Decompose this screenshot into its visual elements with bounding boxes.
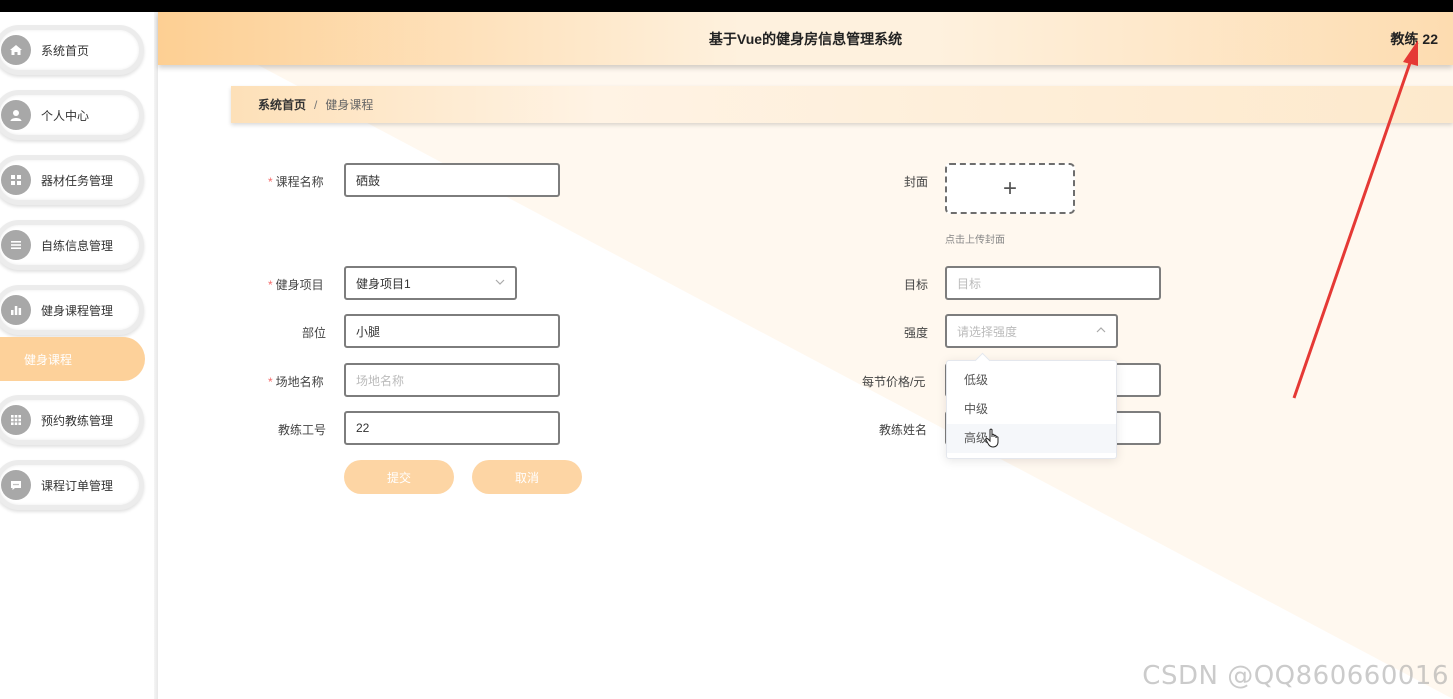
cover-upload-tip: 点击上传封面 bbox=[945, 235, 1005, 246]
sidebar-subitem-label: 健身课程 bbox=[24, 352, 73, 367]
sidebar-item-label: 课程订单管理 bbox=[41, 478, 114, 493]
sidebar-item-label: 系统首页 bbox=[41, 43, 90, 58]
chevron-down-icon bbox=[495, 277, 505, 290]
chevron-up-icon bbox=[1096, 325, 1106, 338]
grid-icon bbox=[1, 405, 31, 435]
sidebar-item-home[interactable]: 系统首页 bbox=[0, 25, 144, 75]
breadcrumb-home[interactable]: 系统首页 bbox=[258, 96, 306, 113]
sidebar-item-label: 个人中心 bbox=[41, 108, 90, 123]
intensity-label: 强度 bbox=[904, 326, 929, 340]
course-name-label: * 课程名称 bbox=[268, 175, 324, 189]
intensity-dropdown: 低级 中级 高级 bbox=[946, 360, 1117, 459]
intensity-option-high[interactable]: 高级 bbox=[947, 424, 1116, 453]
watermark: CSDN @QQ860660016 bbox=[1142, 661, 1449, 691]
breadcrumb: 系统首页 / 健身课程 bbox=[231, 86, 1453, 123]
sidebar-item-label: 自练信息管理 bbox=[41, 238, 114, 253]
cover-label: 封面 bbox=[904, 175, 929, 189]
chat-icon bbox=[1, 470, 31, 500]
goal-input[interactable]: 目标 bbox=[945, 266, 1161, 300]
sidebar: 系统首页 个人中心 器材任务管理 自练信息管理 健身课程管理 健身课程 预约教练… bbox=[0, 12, 158, 699]
sidebar-subitem-fitness-course[interactable]: 健身课程 bbox=[0, 337, 145, 381]
grid-icon bbox=[1, 165, 31, 195]
header: 基于Vue的健身房信息管理系统 教练 22 bbox=[158, 12, 1453, 65]
breadcrumb-current: 健身课程 bbox=[325, 98, 374, 112]
price-label: 每节价格/元 bbox=[862, 375, 926, 389]
intensity-option-low[interactable]: 低级 bbox=[947, 366, 1116, 395]
cancel-button[interactable]: 取消 bbox=[472, 460, 582, 494]
sidebar-item-self-training[interactable]: 自练信息管理 bbox=[0, 220, 144, 270]
venue-input[interactable]: 场地名称 bbox=[344, 363, 560, 397]
sidebar-item-label: 器材任务管理 bbox=[41, 173, 114, 188]
intensity-select[interactable]: 请选择强度 bbox=[945, 314, 1118, 348]
sidebar-item-profile[interactable]: 个人中心 bbox=[0, 90, 144, 140]
submit-button[interactable]: 提交 bbox=[344, 460, 454, 494]
goal-label: 目标 bbox=[904, 278, 929, 292]
project-select[interactable]: 健身项目1 bbox=[344, 266, 517, 300]
course-name-input[interactable]: 硒鼓 bbox=[344, 163, 560, 197]
bar-chart-icon bbox=[1, 295, 31, 325]
cover-upload[interactable]: + bbox=[945, 163, 1075, 214]
list-icon bbox=[1, 230, 31, 260]
hand-cursor-icon bbox=[985, 428, 1001, 459]
sidebar-item-label: 预约教练管理 bbox=[41, 413, 114, 428]
intensity-option-mid[interactable]: 中级 bbox=[947, 395, 1116, 424]
sidebar-item-coach-booking[interactable]: 预约教练管理 bbox=[0, 395, 144, 445]
top-black-bar bbox=[0, 0, 1453, 12]
plus-icon: + bbox=[1002, 174, 1017, 202]
venue-label: * 场地名称 bbox=[268, 375, 324, 389]
coach-id-label: 教练工号 bbox=[278, 423, 327, 437]
home-icon bbox=[1, 35, 31, 65]
part-label: 部位 bbox=[302, 326, 327, 340]
project-label: * 健身项目 bbox=[268, 278, 324, 292]
coach-name-label: 教练姓名 bbox=[879, 423, 928, 437]
user-icon bbox=[1, 100, 31, 130]
sidebar-item-courses[interactable]: 健身课程管理 bbox=[0, 285, 144, 335]
sidebar-item-course-orders[interactable]: 课程订单管理 bbox=[0, 460, 144, 510]
part-input[interactable]: 小腿 bbox=[344, 314, 560, 348]
page-title: 基于Vue的健身房信息管理系统 bbox=[708, 31, 903, 47]
breadcrumb-separator: / bbox=[314, 97, 318, 112]
sidebar-item-label: 健身课程管理 bbox=[41, 303, 114, 318]
user-name[interactable]: 教练 22 bbox=[1391, 29, 1438, 49]
sidebar-item-equipment[interactable]: 器材任务管理 bbox=[0, 155, 144, 205]
coach-id-input[interactable]: 22 bbox=[344, 411, 560, 445]
